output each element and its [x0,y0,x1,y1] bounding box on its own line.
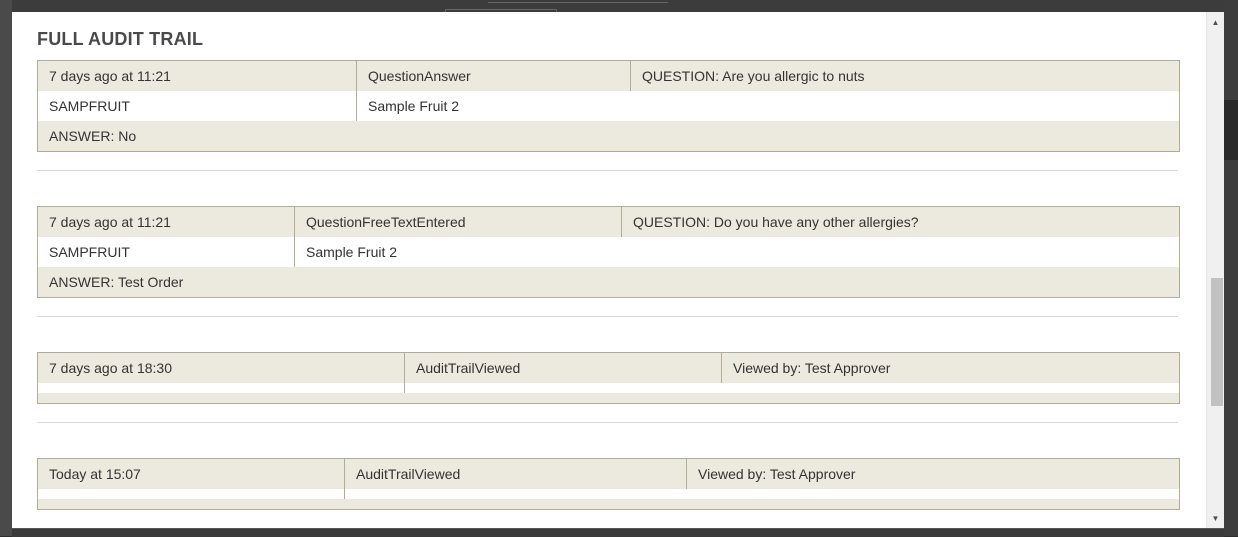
background-left-strip [0,0,12,536]
audit-trail-modal: FULL AUDIT TRAIL 7 days ago at 11:21 Que… [12,12,1224,528]
entry-empty-cell [404,383,1179,393]
background-topbar [0,0,1238,13]
entry-detail: Viewed by: Test Approver [721,353,1179,383]
entry-event: QuestionFreeTextEntered [294,207,621,237]
modal-content: FULL AUDIT TRAIL 7 days ago at 11:21 Que… [12,12,1206,528]
entry-event: QuestionAnswer [356,61,630,91]
entry-time: 7 days ago at 18:30 [49,360,172,376]
scroll-up-icon[interactable]: ▲ [1207,14,1224,30]
scroll-thumb[interactable] [1211,278,1223,406]
background-dark-block [1224,100,1238,160]
audit-entry: Today at 15:07 AuditTrailViewed Viewed b… [37,458,1180,510]
entry-code: SAMPFRUIT [49,98,130,114]
entry-separator [37,170,1178,171]
entry-empty-cell [38,489,344,499]
audit-entry: 7 days ago at 11:21 QuestionFreeTextEnte… [37,206,1180,298]
entry-answer-row: ANSWER: Test Order [38,267,1179,297]
entry-event: AuditTrailViewed [404,353,721,383]
background-right-strip [1224,0,1238,536]
entry-event: AuditTrailViewed [344,459,686,489]
audit-entry: 7 days ago at 18:30 AuditTrailViewed Vie… [37,352,1180,404]
entry-answer: ANSWER: Test Order [49,274,184,290]
entry-product: Sample Fruit 2 [356,91,1179,121]
entry-detail: QUESTION: Do you have any other allergie… [621,207,1179,237]
modal-title: FULL AUDIT TRAIL [37,29,204,49]
entry-code: SAMPFRUIT [49,244,130,260]
entry-time: 7 days ago at 11:21 [49,214,171,230]
entry-product-row: SAMPFRUIT Sample Fruit 2 [38,237,1179,267]
entry-header-row: 7 days ago at 18:30 AuditTrailViewed Vie… [38,353,1179,383]
audit-entry: 7 days ago at 11:21 QuestionAnswer QUEST… [37,60,1180,152]
entry-detail: Viewed by: Test Approver [686,459,1179,489]
scroll-down-icon[interactable]: ▼ [1207,510,1224,526]
entry-product-row: SAMPFRUIT Sample Fruit 2 [38,91,1179,121]
entry-separator [37,316,1178,317]
entry-answer-row: ANSWER: No [38,121,1179,151]
entry-answer: ANSWER: No [49,128,137,144]
entry-empty-row [38,383,1179,393]
entry-footer-row [38,499,1179,509]
entry-header-row: 7 days ago at 11:21 QuestionFreeTextEnte… [38,207,1179,237]
background-line [488,2,668,3]
entry-empty-row [38,489,1179,499]
entry-empty-cell [344,489,1179,499]
entry-separator [37,422,1178,423]
entry-header-row: Today at 15:07 AuditTrailViewed Viewed b… [38,459,1179,489]
entry-footer-row [38,393,1179,403]
entry-time: 7 days ago at 11:21 [49,68,171,84]
entry-empty-cell [38,383,404,393]
entry-detail: QUESTION: Are you allergic to nuts [630,61,1179,91]
entry-product: Sample Fruit 2 [294,237,1179,267]
entry-time: Today at 15:07 [49,466,141,482]
entry-header-row: 7 days ago at 11:21 QuestionAnswer QUEST… [38,61,1179,91]
vertical-scrollbar[interactable]: ▲ ▼ [1206,12,1224,528]
